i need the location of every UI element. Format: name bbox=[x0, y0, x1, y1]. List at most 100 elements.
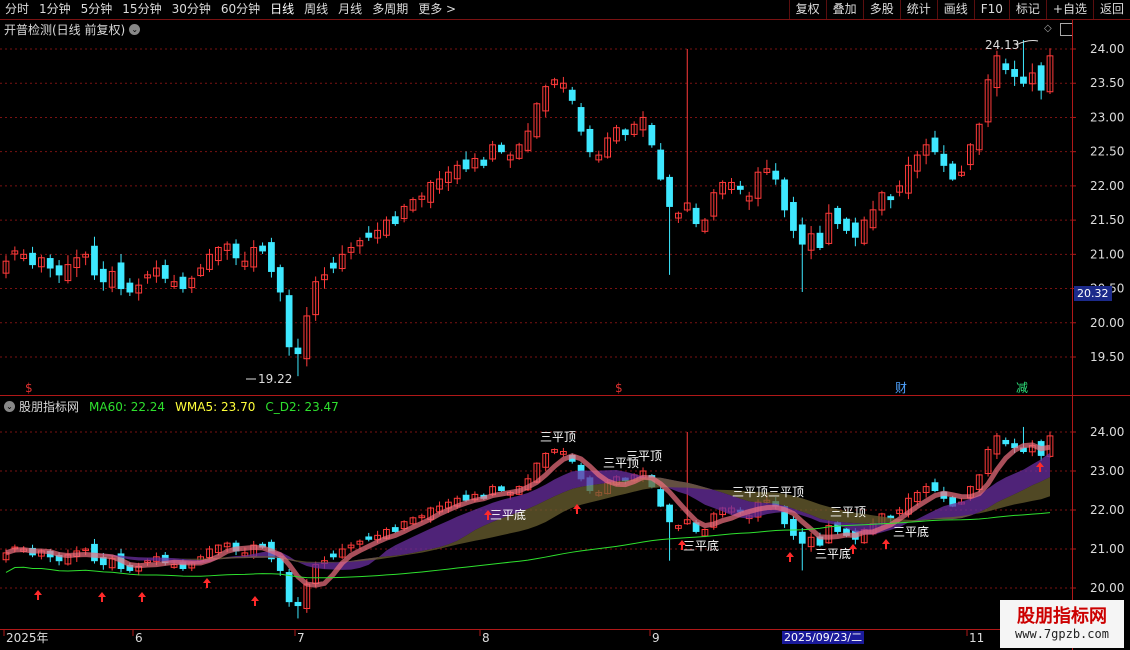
candle-body bbox=[91, 245, 98, 276]
candle-body bbox=[790, 202, 797, 231]
candle-body bbox=[232, 243, 240, 259]
candle-body bbox=[498, 486, 505, 492]
candle-body bbox=[657, 489, 665, 507]
event-marker: $ bbox=[615, 381, 623, 395]
x-tick-label: 8 bbox=[482, 631, 490, 645]
candle-body bbox=[1011, 69, 1018, 77]
current-price-tag: 20.32 bbox=[1074, 286, 1112, 301]
candle-body bbox=[179, 276, 187, 290]
candle-body bbox=[29, 252, 36, 266]
y-tick-label: 23.00 bbox=[1090, 464, 1124, 478]
candle-body bbox=[55, 265, 63, 276]
candle-body bbox=[46, 258, 54, 269]
event-marker: 财 bbox=[895, 381, 907, 395]
crosshair-date: 2025/09/23/二 bbox=[782, 631, 865, 644]
top-annotation: 三平顶 bbox=[830, 505, 866, 519]
candle-body bbox=[781, 179, 788, 211]
candle-body bbox=[126, 282, 134, 293]
candle-body bbox=[117, 262, 125, 290]
top-annotation: 三平顶 bbox=[540, 430, 576, 444]
top-annotation: 三平顶 bbox=[768, 485, 804, 499]
event-marker: $ bbox=[25, 381, 33, 395]
candle-body bbox=[1020, 76, 1027, 84]
candle-body bbox=[940, 153, 948, 166]
x-tick-label: 9 bbox=[652, 631, 660, 645]
candle-body bbox=[790, 518, 797, 536]
candle-body bbox=[798, 224, 806, 245]
candle-body bbox=[1002, 439, 1010, 445]
candle-body bbox=[294, 601, 302, 607]
buy-arrow-icon bbox=[882, 539, 890, 549]
y-tick-label: 21.50 bbox=[1090, 213, 1124, 227]
y-tick-label: 22.00 bbox=[1090, 179, 1124, 193]
y-tick-label: 23.00 bbox=[1090, 110, 1124, 124]
candle-body bbox=[259, 245, 266, 252]
y-tick-label: 21.00 bbox=[1090, 247, 1124, 261]
candle-body bbox=[1037, 65, 1045, 91]
high-price-label: 24.13 bbox=[985, 38, 1019, 52]
candle-body bbox=[577, 107, 585, 132]
candle-body bbox=[692, 207, 700, 225]
kline-chart[interactable]: 24.0023.5023.0022.5022.0021.5021.0020.50… bbox=[0, 0, 1130, 650]
candle-body bbox=[621, 129, 629, 136]
candle-body bbox=[887, 196, 895, 201]
y-tick-label: 21.00 bbox=[1090, 542, 1124, 556]
candle-body bbox=[480, 159, 488, 166]
candle-body bbox=[772, 170, 780, 180]
candle-body bbox=[329, 553, 337, 558]
candle-body bbox=[843, 218, 850, 231]
buy-arrow-icon bbox=[98, 592, 106, 602]
candle-body bbox=[391, 216, 399, 225]
candle-body bbox=[931, 482, 939, 491]
candle-body bbox=[91, 543, 98, 562]
buy-arrow-icon bbox=[786, 552, 794, 562]
candle-body bbox=[949, 163, 957, 180]
candle-body bbox=[294, 347, 302, 355]
buy-arrow-icon bbox=[34, 590, 42, 600]
x-tick-label: 2025年 bbox=[6, 631, 49, 645]
y-tick-label: 24.00 bbox=[1090, 425, 1124, 439]
bottom-annotation: 三平底 bbox=[490, 507, 526, 522]
top-annotation: 三平顶 bbox=[626, 449, 662, 463]
candle-body bbox=[365, 232, 373, 238]
candle-body bbox=[798, 531, 806, 544]
x-tick-label: 6 bbox=[135, 631, 143, 645]
main-candles bbox=[2, 40, 1054, 377]
top-annotation: 三平顶 bbox=[732, 485, 768, 499]
x-tick-label: 7 bbox=[297, 631, 305, 645]
y-tick-label: 19.50 bbox=[1090, 350, 1124, 364]
bottom-annotation: 三平底 bbox=[683, 538, 719, 553]
candle-body bbox=[462, 494, 470, 501]
candle-body bbox=[268, 242, 275, 272]
y-tick-label: 20.00 bbox=[1090, 581, 1124, 595]
y-tick-label: 20.00 bbox=[1090, 316, 1124, 330]
candle-body bbox=[391, 527, 399, 532]
candle-body bbox=[736, 185, 744, 190]
y-tick-label: 22.50 bbox=[1090, 145, 1124, 159]
candle-body bbox=[586, 128, 594, 153]
candle-body bbox=[462, 159, 470, 170]
buy-arrow-icon bbox=[251, 596, 259, 606]
candle-body bbox=[99, 268, 107, 283]
bottom-annotation: 三平底 bbox=[893, 524, 929, 539]
candle-body bbox=[648, 125, 656, 146]
candle-body bbox=[498, 144, 505, 153]
bottom-annotation: 三平底 bbox=[815, 546, 851, 561]
low-price-label: 19.22 bbox=[258, 372, 292, 386]
x-tick-label: 11 bbox=[969, 631, 984, 645]
candle-body bbox=[666, 504, 673, 523]
candle-body bbox=[276, 267, 284, 293]
candle-body bbox=[931, 137, 939, 153]
candle-body bbox=[365, 536, 373, 540]
candle-body bbox=[666, 176, 673, 207]
event-marker: 减 bbox=[1016, 381, 1028, 395]
candle-body bbox=[657, 149, 665, 180]
y-tick-label: 24.00 bbox=[1090, 42, 1124, 56]
buy-arrow-icon bbox=[138, 592, 146, 602]
candle-body bbox=[329, 262, 337, 269]
candle-body bbox=[161, 265, 169, 279]
candle-body bbox=[851, 222, 859, 238]
y-tick-label: 23.50 bbox=[1090, 76, 1124, 90]
candle-body bbox=[816, 232, 824, 248]
watermark-title: 股朋指标网 bbox=[1017, 606, 1107, 627]
